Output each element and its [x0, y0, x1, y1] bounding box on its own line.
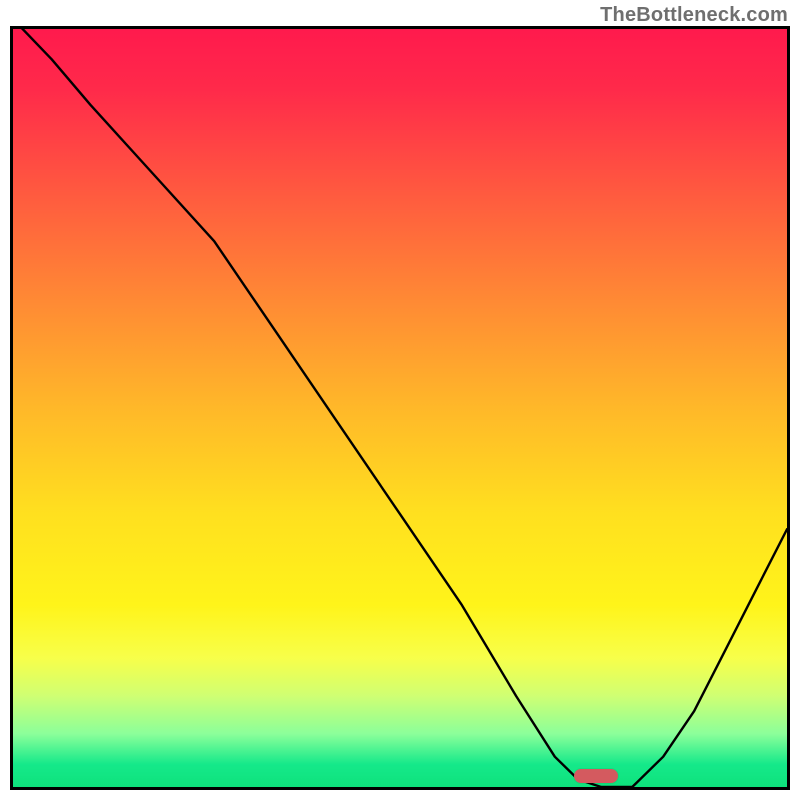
chart-frame — [10, 26, 790, 790]
optimal-marker — [574, 769, 618, 783]
chart-background-gradient — [13, 29, 787, 787]
watermark-text: TheBottleneck.com — [600, 4, 788, 27]
